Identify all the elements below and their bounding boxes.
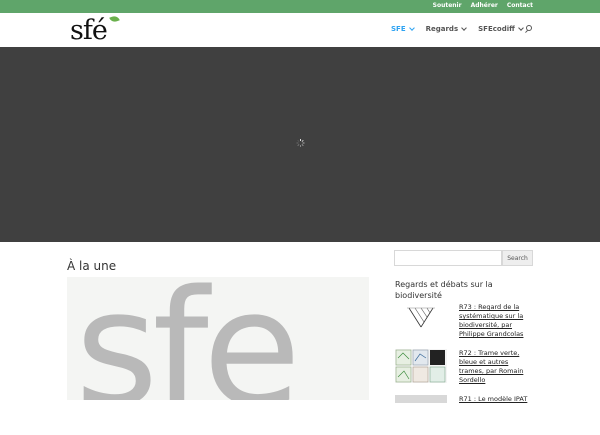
- post-title[interactable]: R72 : Trame verte, bleue et autres trame…: [459, 349, 531, 385]
- top-link-adherer[interactable]: Adhérer: [471, 2, 498, 9]
- nav-item-label: SFE: [391, 25, 406, 33]
- list-item[interactable]: R72 : Trame verte, bleue et autres trame…: [395, 349, 535, 389]
- loading-spinner-icon: [296, 139, 304, 147]
- nav-item-regards[interactable]: Regards: [425, 24, 467, 33]
- nav-item-label: SFEcodiff: [478, 25, 515, 33]
- site-header: sfé SFE Regards SFEcodiff: [0, 13, 600, 47]
- logo-text: sfé: [70, 15, 108, 46]
- leaf-icon: [109, 14, 120, 24]
- post-title[interactable]: R73 : Regard de la systématique sur la b…: [459, 303, 531, 339]
- widget-title: Regards et débats sur la biodiversité: [395, 280, 493, 300]
- main-nav: SFE Regards SFEcodiff: [391, 24, 524, 33]
- search-input[interactable]: [394, 250, 502, 266]
- site-logo[interactable]: sfé: [70, 14, 122, 47]
- top-link-soutenir[interactable]: Soutenir: [433, 2, 462, 9]
- chevron-down-icon: [517, 24, 524, 31]
- nav-item-sfe[interactable]: SFE: [391, 24, 415, 33]
- top-link-contact[interactable]: Contact: [507, 2, 533, 9]
- section-title: À la une: [67, 259, 117, 273]
- search-icon[interactable]: [525, 25, 533, 34]
- chevron-down-icon: [408, 24, 415, 31]
- featured-logo-text: sfe: [75, 277, 301, 400]
- post-thumbnail[interactable]: [395, 303, 447, 337]
- top-bar: Soutenir Adhérer Contact: [0, 0, 600, 13]
- post-thumbnail[interactable]: [395, 349, 447, 383]
- sidebar-search: Search: [394, 250, 533, 266]
- nav-item-label: Regards: [425, 25, 459, 33]
- post-thumbnail[interactable]: [395, 395, 447, 403]
- chevron-down-icon: [461, 24, 467, 31]
- list-item[interactable]: R71 : Le modèle IPAT: [395, 395, 535, 435]
- list-item[interactable]: R73 : Regard de la systématique sur la b…: [395, 303, 535, 343]
- featured-image[interactable]: sfe: [67, 277, 369, 400]
- nav-item-sfecodiff[interactable]: SFEcodiff: [478, 24, 524, 33]
- top-links: Soutenir Adhérer Contact: [433, 2, 533, 9]
- search-button[interactable]: Search: [502, 250, 533, 266]
